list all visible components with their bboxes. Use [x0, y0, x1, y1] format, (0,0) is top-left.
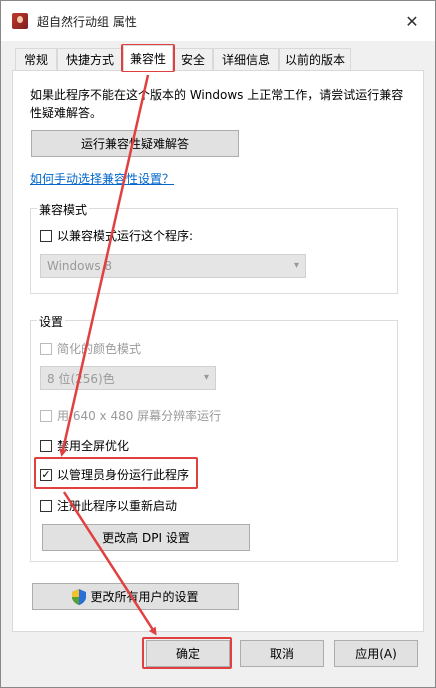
register-restart-checkbox[interactable] — [40, 499, 52, 512]
reduced-color-row: 简化的颜色模式 — [40, 340, 141, 357]
register-restart-row[interactable]: 注册此程序以重新启动 — [40, 497, 177, 514]
reduced-color-checkbox — [40, 342, 52, 355]
os-version-select[interactable]: Windows 8 ▾ — [40, 254, 306, 278]
admin-highlight-box — [34, 457, 198, 489]
compat-mode-checkbox-row[interactable]: 以兼容模式运行这个程序: — [40, 227, 193, 244]
run-troubleshooter-button[interactable]: 运行兼容性疑难解答 — [31, 130, 239, 157]
chevron-down-icon: ▾ — [203, 372, 209, 383]
fullscreen-opt-checkbox[interactable] — [40, 439, 52, 452]
chevron-down-icon: ▾ — [293, 260, 299, 271]
cancel-button[interactable]: 取消 — [240, 640, 324, 667]
manual-compat-link[interactable]: 如何手动选择兼容性设置？ — [30, 170, 174, 187]
os-version-value: Windows 8 — [47, 259, 113, 273]
ok-highlight-box — [142, 637, 232, 669]
uac-shield-icon — [72, 588, 87, 605]
tab-general[interactable]: 常规 — [15, 48, 57, 70]
color-mode-select: 8 位(256)色 ▾ — [40, 366, 216, 390]
tab-shortcut[interactable]: 快捷方式 — [57, 48, 123, 70]
color-mode-value: 8 位(256)色 — [47, 371, 115, 386]
title-bar: 超自然行动组 属性 ✕ — [1, 1, 435, 41]
low-res-row: 用 640 x 480 屏幕分辨率运行 — [40, 407, 221, 424]
low-res-label: 用 640 x 480 屏幕分辨率运行 — [57, 409, 222, 423]
fullscreen-opt-label: 禁用全屏优化 — [57, 439, 130, 453]
change-dpi-button[interactable]: 更改高 DPI 设置 — [42, 524, 250, 551]
compat-mode-group — [30, 208, 398, 294]
compat-mode-label: 兼容模式 — [37, 201, 90, 218]
register-restart-label: 注册此程序以重新启动 — [57, 499, 178, 513]
change-all-users-label: 更改所有用户的设置 — [90, 590, 199, 604]
apply-button[interactable]: 应用(A) — [334, 640, 418, 667]
tab-security[interactable]: 安全 — [173, 48, 213, 70]
compat-mode-checkbox[interactable] — [40, 229, 52, 242]
reduced-color-label: 简化的颜色模式 — [57, 342, 142, 356]
tab-previous-versions[interactable]: 以前的版本 — [279, 48, 351, 70]
app-icon — [12, 13, 28, 29]
close-icon[interactable]: ✕ — [399, 9, 425, 33]
compat-intro-text: 如果此程序不能在这个版本的 Windows 上正常工作，请尝试运行兼容性疑难解答… — [30, 88, 404, 120]
change-all-users-button[interactable]: 更改所有用户的设置 — [32, 583, 239, 610]
window-title: 超自然行动组 属性 — [37, 15, 137, 29]
settings-label: 设置 — [37, 313, 66, 330]
tab-compatibility[interactable]: 兼容性 — [123, 45, 173, 71]
low-res-checkbox — [40, 409, 52, 422]
tab-details[interactable]: 详细信息 — [213, 48, 279, 70]
compat-mode-checkbox-label: 以兼容模式运行这个程序: — [57, 229, 194, 243]
fullscreen-opt-row[interactable]: 禁用全屏优化 — [40, 437, 129, 454]
